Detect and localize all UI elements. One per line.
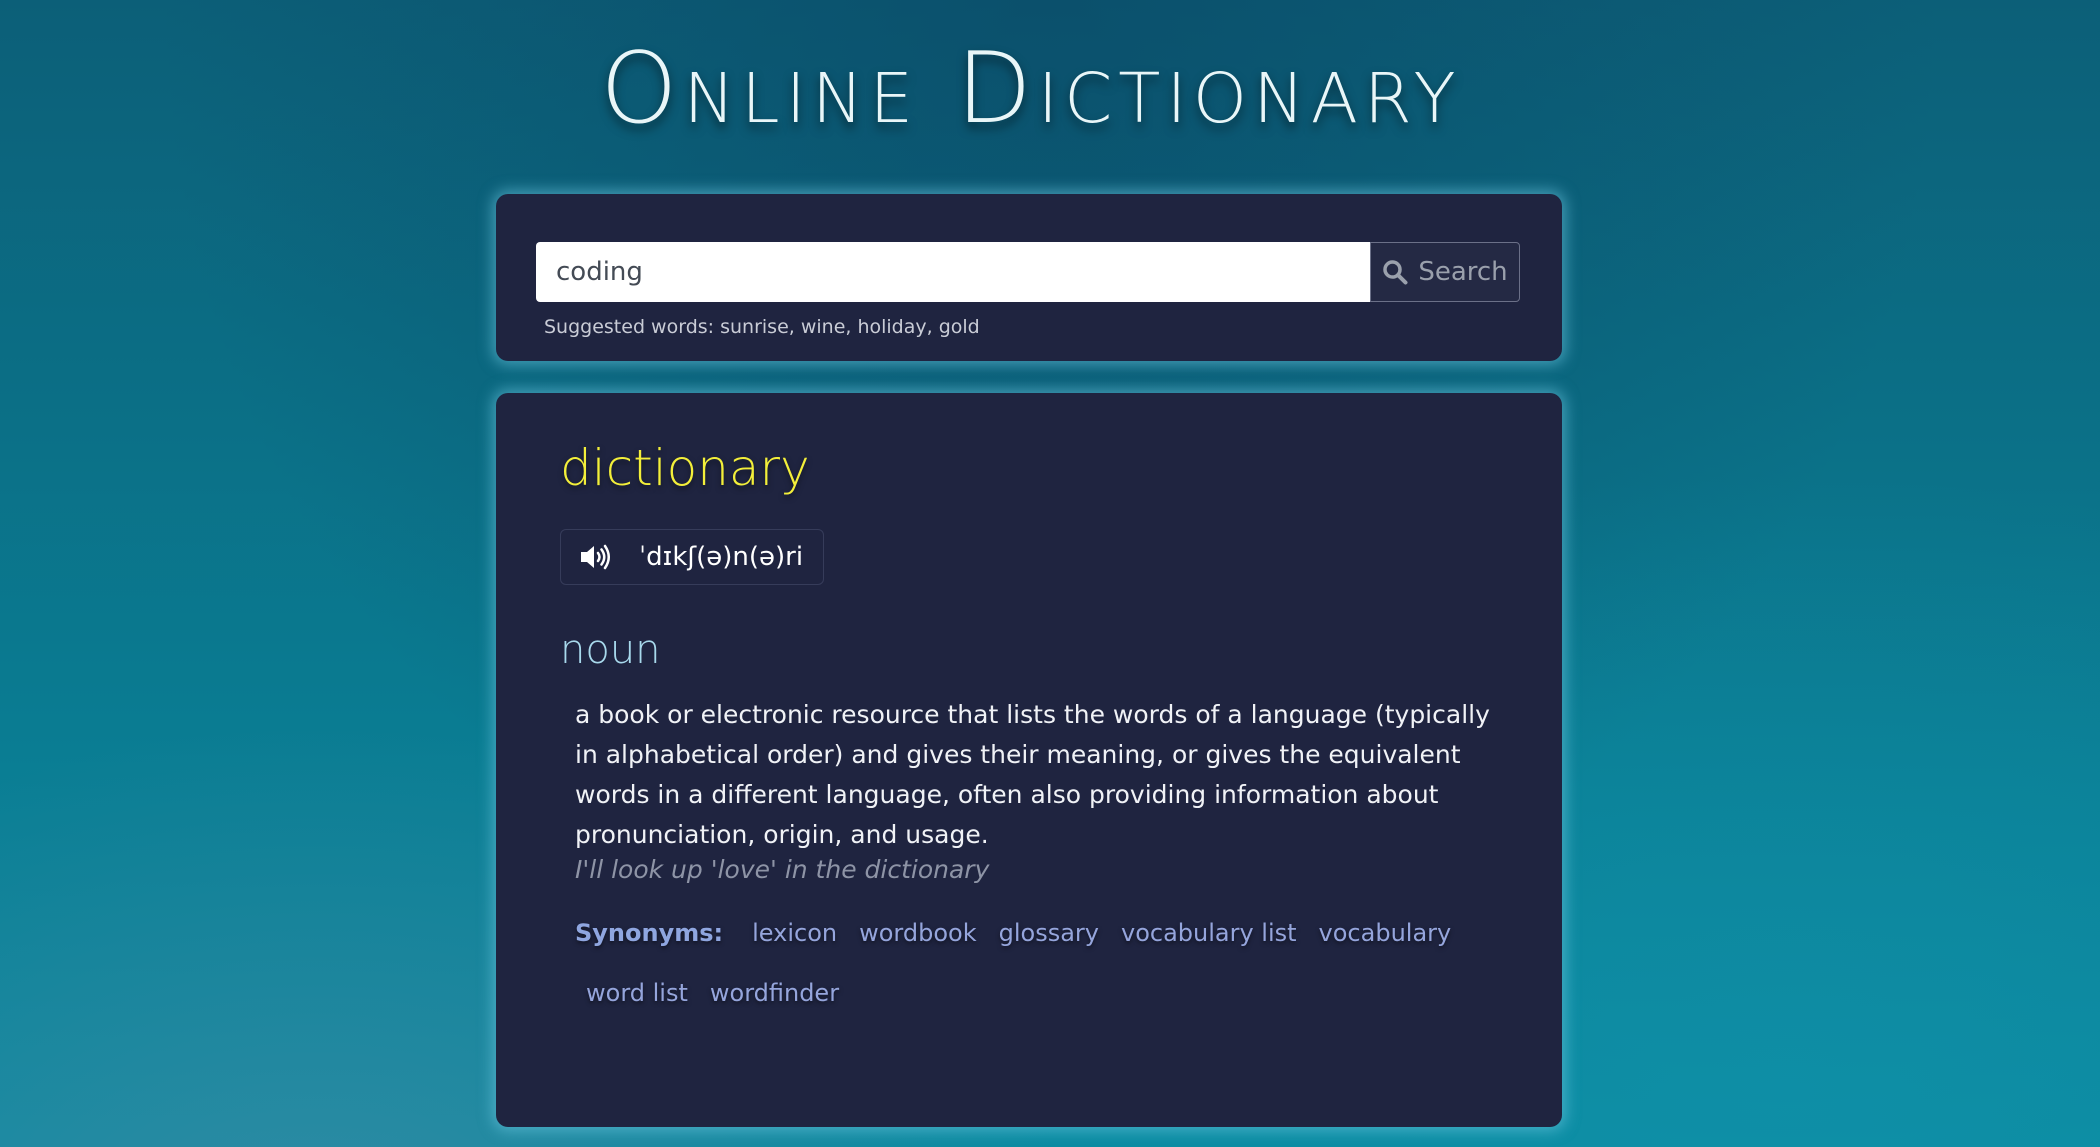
synonyms-list: Synonyms: lexicon wordbook glossary voca… (575, 913, 1515, 1013)
speaker-icon (581, 544, 610, 570)
synonyms-label: Synonyms: (575, 919, 724, 947)
synonym-link[interactable]: wordbook (848, 913, 988, 953)
synonym-link[interactable]: vocabulary (1308, 913, 1463, 953)
pronunciation-button[interactable]: ˈdɪkʃ(ə)n(ə)ri (560, 529, 825, 585)
synonym-link[interactable]: vocabulary list (1110, 913, 1308, 953)
synonym-link[interactable]: word list (575, 973, 699, 1013)
word-title: dictionary (560, 439, 810, 497)
search-button-label: Search (1418, 257, 1508, 287)
search-icon (1383, 260, 1408, 285)
synonym-link[interactable]: glossary (988, 913, 1110, 953)
search-panel: Search Suggested words: sunrise, wine, h… (496, 194, 1562, 361)
search-input[interactable] (536, 242, 1370, 302)
site-title: Online Dictionary (600, 32, 1462, 146)
synonym-link[interactable]: wordfinder (699, 973, 850, 1013)
part-of-speech: noun (560, 627, 661, 673)
definition: a book or electronic resource that lists… (575, 700, 1490, 849)
synonym-link[interactable]: lexicon (741, 913, 848, 953)
search-form: Search (536, 242, 1520, 302)
usage-example: I'll look up 'love' in the dictionary (575, 855, 990, 884)
suggested-words: Suggested words: sunrise, wine, holiday,… (544, 316, 980, 338)
phonetic-text: ˈdɪkʃ(ə)n(ə)ri (639, 542, 804, 572)
search-button[interactable]: Search (1370, 242, 1520, 302)
result-panel: dictionary ˈdɪkʃ(ə)n(ə)ri noun a book or… (496, 393, 1562, 1127)
